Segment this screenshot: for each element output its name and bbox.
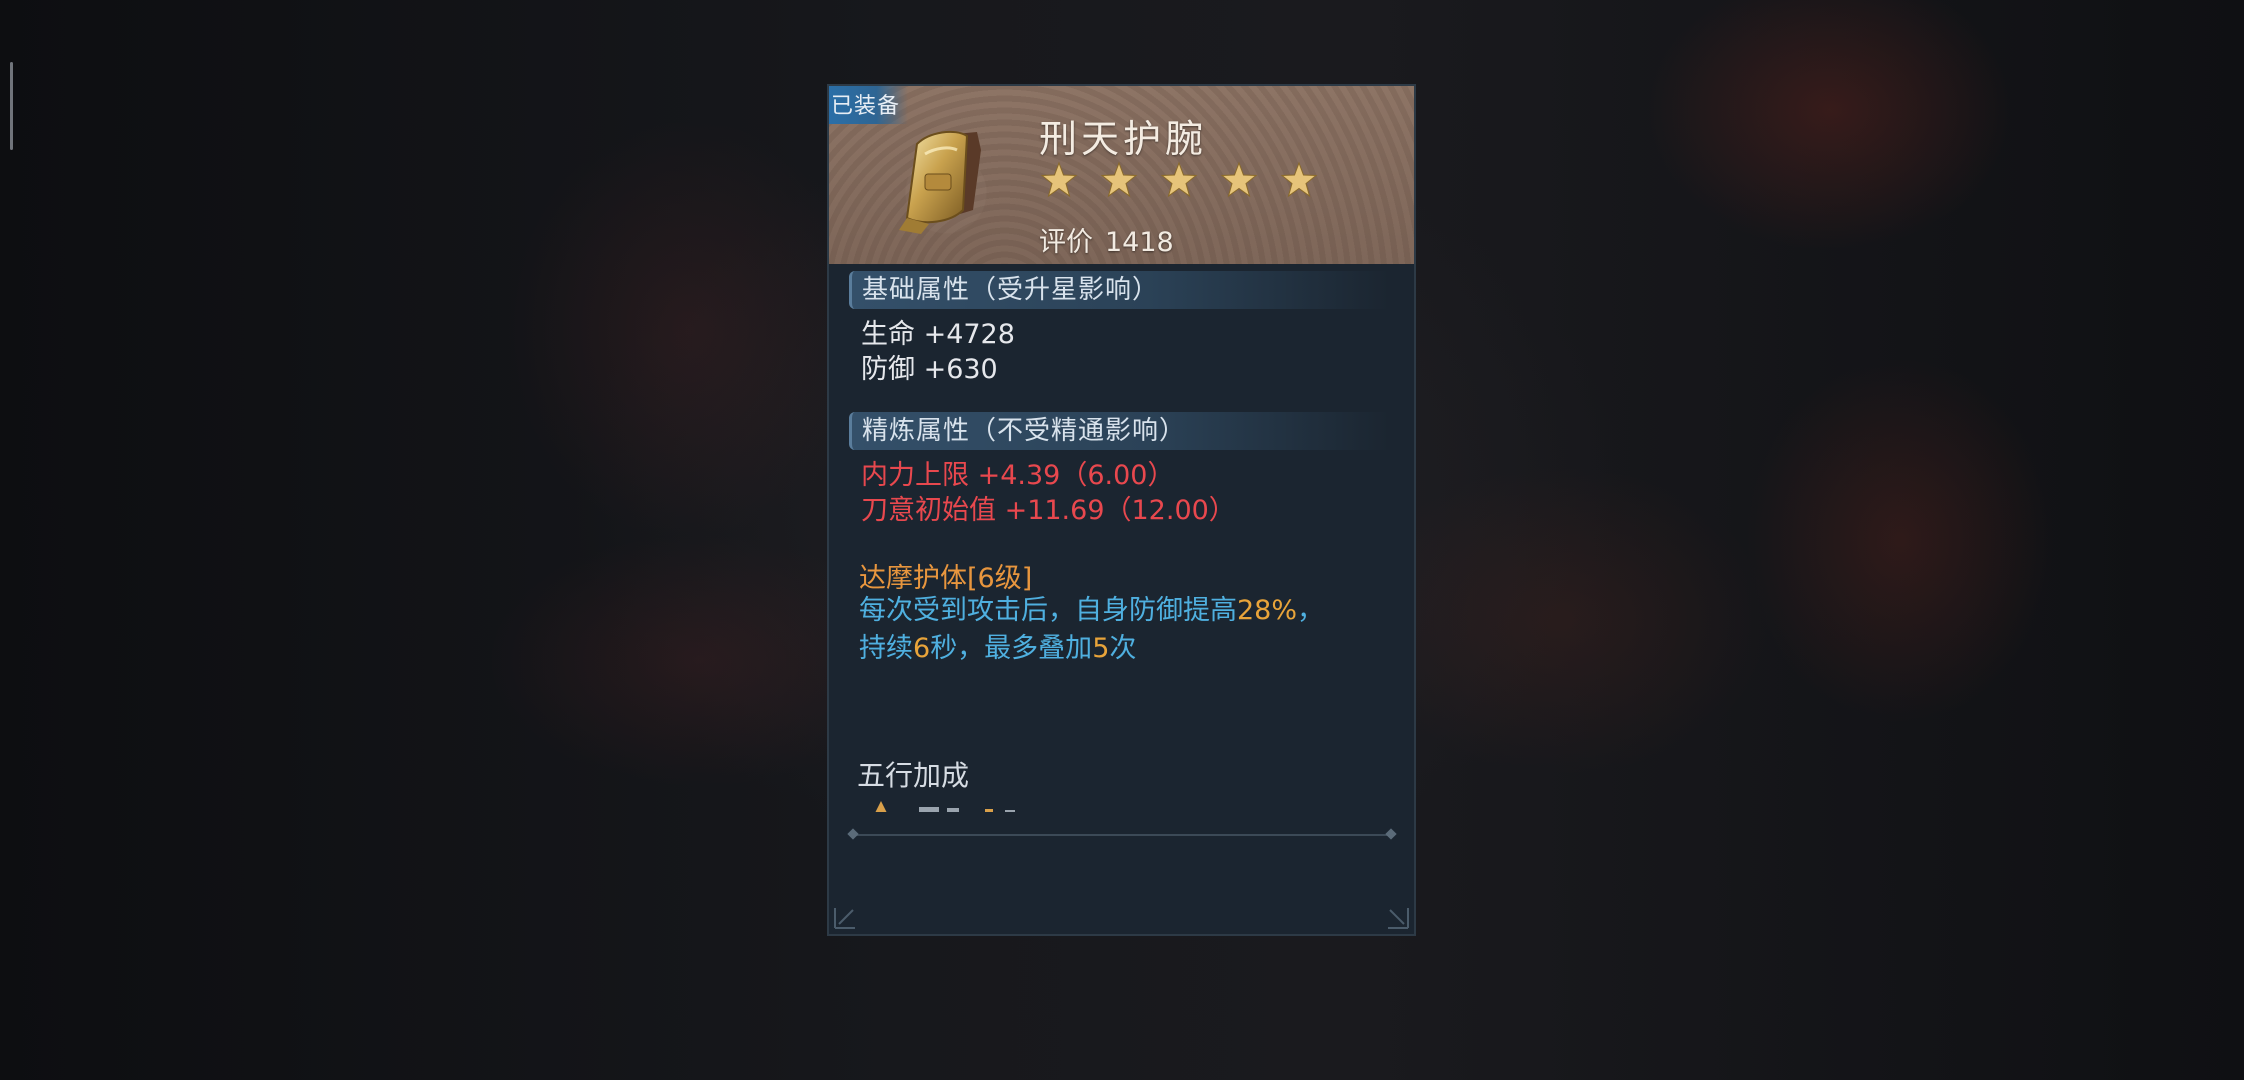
skill-value: 28%	[1237, 595, 1298, 626]
skill-text: 次	[1109, 633, 1137, 664]
base-attributes-header: 基础属性（受升星影响）	[849, 271, 1389, 309]
refine-stat-blade: 刀意初始值 +11.69（12.00）	[861, 495, 1236, 526]
star-icon	[1220, 161, 1258, 198]
bracer-item-icon	[899, 130, 981, 234]
star-icon	[1100, 161, 1138, 198]
skill-title: 达摩护体[6级]	[859, 563, 1033, 594]
wuxing-title: 五行加成	[857, 759, 970, 792]
base-stat-hp: 生命 +4728	[861, 319, 1015, 350]
skill-text: ，	[1297, 595, 1325, 626]
score-label: 评价	[1039, 227, 1093, 258]
star-rating	[1039, 160, 1319, 200]
corner-ornament-right	[1388, 908, 1409, 929]
skill-value: 6	[913, 633, 931, 664]
skill-value: 5	[1092, 633, 1110, 664]
refine-stat-mana: 内力上限 +4.39（6.00）	[861, 460, 1175, 491]
refine-attributes-header: 精炼属性（不受精通影响）	[849, 412, 1389, 450]
skill-text: 秒，最多叠加	[930, 633, 1093, 664]
skill-text: 持续	[859, 633, 913, 664]
base-stat-defense: 防御 +630	[861, 354, 998, 385]
star-icon	[1040, 161, 1078, 198]
item-name: 刑天护腕	[1039, 117, 1208, 161]
item-score: 评价 1418	[1039, 220, 1174, 259]
star-icon	[1160, 161, 1198, 198]
side-scroll-handle[interactable]	[10, 62, 13, 150]
star-icon	[1280, 161, 1318, 198]
skill-desc-line-1: 每次受到攻击后，自身防御提高28%，	[859, 592, 1399, 630]
equipped-badge: 已装备	[829, 86, 909, 124]
item-tooltip-card: 已装备 刑天护腕 评价 1418 基础属性（受升星影响） 生命 +4728 防御 …	[827, 84, 1416, 936]
wuxing-row-cutoff	[857, 798, 1397, 812]
corner-ornament-left	[834, 908, 855, 929]
score-value: 1418	[1105, 227, 1174, 258]
skill-text: 每次受到攻击后，自身防御提高	[859, 595, 1237, 626]
skill-desc-line-2: 持续6秒，最多叠加5次	[859, 630, 1399, 668]
card-divider	[851, 834, 1393, 836]
